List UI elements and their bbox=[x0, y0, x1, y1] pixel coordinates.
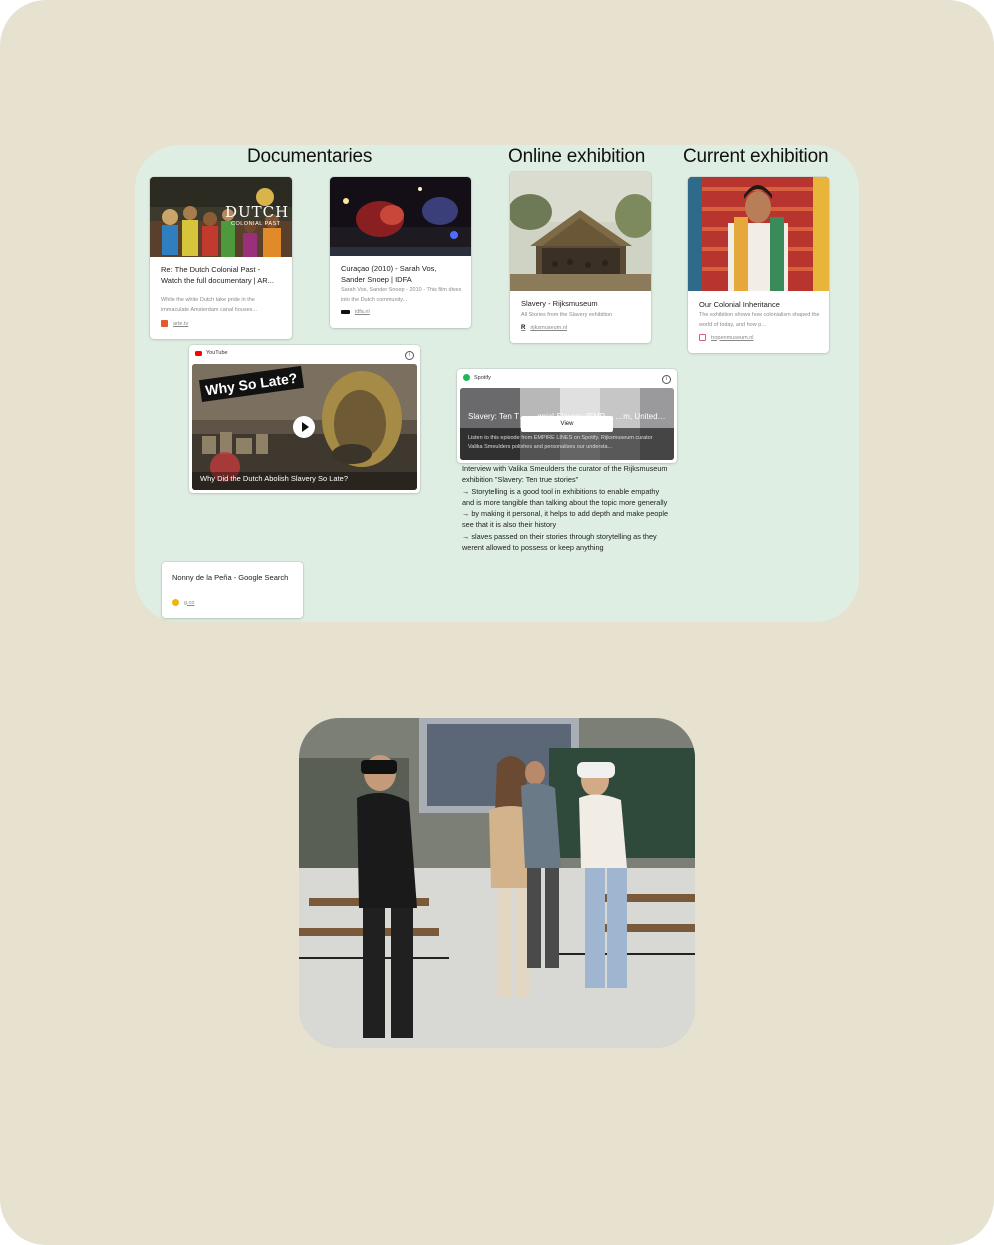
card-description: The exhibition shows how colonialism sha… bbox=[699, 312, 820, 328]
youtube-logo-icon bbox=[195, 350, 202, 356]
view-button[interactable]: View bbox=[521, 416, 613, 432]
heading-current-exhibition: Current exhibition bbox=[683, 146, 829, 167]
card-thumbnail: DUTCH COLONIAL PAST bbox=[150, 177, 292, 257]
card-title: Slavery - Rijksmuseum bbox=[521, 299, 598, 308]
embed-header: YouTube bbox=[195, 350, 228, 356]
card-source[interactable]: arte.tv bbox=[161, 320, 188, 327]
heading-online-exhibition: Online exhibition bbox=[508, 146, 646, 167]
card-source[interactable]: idfa.nl bbox=[341, 309, 370, 315]
embed-platform-label: Spotify bbox=[474, 374, 491, 381]
card-thumbnail bbox=[688, 177, 829, 291]
note-line: → Storytelling is a good tool in exhibit… bbox=[462, 486, 668, 507]
google-favicon-icon bbox=[172, 599, 179, 606]
card-description: Sarah Vos, Sander Snoep - 2010 - This fi… bbox=[341, 287, 462, 303]
info-icon[interactable]: i bbox=[405, 351, 414, 360]
card-source-label: arte.tv bbox=[173, 320, 189, 327]
link-card-dutch-colonial-past[interactable]: DUTCH COLONIAL PAST Re: The Dutch Coloni… bbox=[150, 177, 292, 339]
card-source-label: tropenmuseum.nl bbox=[711, 334, 754, 341]
card-title: Our Colonial Inheritance bbox=[699, 300, 780, 309]
vr-classroom-photo bbox=[299, 718, 695, 1048]
arte-favicon-icon bbox=[161, 320, 168, 327]
link-card-curacao-idfa[interactable]: Curaçao (2010) - Sarah Vos, Sander Snoep… bbox=[330, 177, 471, 328]
canvas-page: Documentaries Online exhibition Current … bbox=[0, 0, 994, 1245]
card-thumbnail bbox=[330, 177, 471, 256]
podcast-player[interactable]: Slavery: Ten T… …onial Slavery (EMP… …m,… bbox=[460, 388, 674, 460]
info-icon[interactable]: i bbox=[662, 375, 671, 384]
spotify-logo-icon bbox=[463, 374, 470, 381]
note-line: → by making it personal, it helps to add… bbox=[462, 509, 669, 530]
youtube-embed-card[interactable]: YouTube i Why So Late? Why Did the Dutch… bbox=[189, 345, 420, 493]
card-thumbnail bbox=[510, 172, 651, 291]
spotify-embed-card[interactable]: Spotify i Slavery: Ten T… …onial Slavery… bbox=[457, 369, 677, 463]
card-title: Re: The Dutch Colonial Past - Watch the … bbox=[161, 265, 274, 285]
card-source[interactable]: g.co bbox=[172, 599, 194, 606]
heading-documentaries: Documentaries bbox=[247, 146, 373, 167]
note-line: Interview with Valika Smeulders the cura… bbox=[462, 464, 668, 485]
video-player[interactable]: Why So Late? Why Did the Dutch Abolish S… bbox=[192, 364, 417, 490]
link-card-google-search[interactable]: Nonny de la Peña - Google Search g.co bbox=[162, 562, 303, 618]
idfa-favicon-icon bbox=[341, 310, 350, 314]
card-description: While the white Dutch take pride in the … bbox=[161, 297, 257, 313]
embed-header: Spotify bbox=[463, 374, 491, 381]
episode-description: Listen to this episode from EMPIRE LINES… bbox=[468, 435, 653, 450]
video-caption: Why Did the Dutch Abolish Slavery So Lat… bbox=[200, 474, 348, 483]
play-icon bbox=[302, 422, 309, 432]
thumbnail-subtitle: COLONIAL PAST bbox=[231, 221, 281, 227]
play-button[interactable] bbox=[293, 416, 315, 438]
card-source-label: idfa.nl bbox=[355, 309, 370, 315]
rijksmuseum-favicon-icon: R bbox=[521, 325, 526, 331]
card-source-label: g.co bbox=[184, 599, 195, 606]
note-line: → slaves passed on their stories through… bbox=[462, 531, 657, 553]
card-title: Curaçao (2010) - Sarah Vos, Sander Snoep… bbox=[341, 264, 437, 284]
card-description: All Stories from the Slavery exhibition bbox=[521, 312, 613, 318]
card-title: Nonny de la Peña - Google Search bbox=[172, 573, 289, 582]
card-source-label: rijksmuseum.nl bbox=[530, 325, 568, 331]
interview-note: Interview with Valika Smeulders the cura… bbox=[462, 463, 672, 553]
embed-platform-label: YouTube bbox=[206, 350, 228, 356]
thumbnail-title: DUTCH bbox=[225, 203, 290, 221]
link-card-tropenmuseum[interactable]: Our Colonial Inheritance The exhibition … bbox=[688, 177, 829, 353]
card-source[interactable]: tropenmuseum.nl bbox=[699, 334, 754, 341]
card-source[interactable]: R rijksmuseum.nl bbox=[521, 325, 567, 331]
tropenmuseum-favicon-icon bbox=[699, 334, 706, 341]
link-card-rijksmuseum[interactable]: Slavery - Rijksmuseum All Stories from t… bbox=[510, 172, 651, 343]
